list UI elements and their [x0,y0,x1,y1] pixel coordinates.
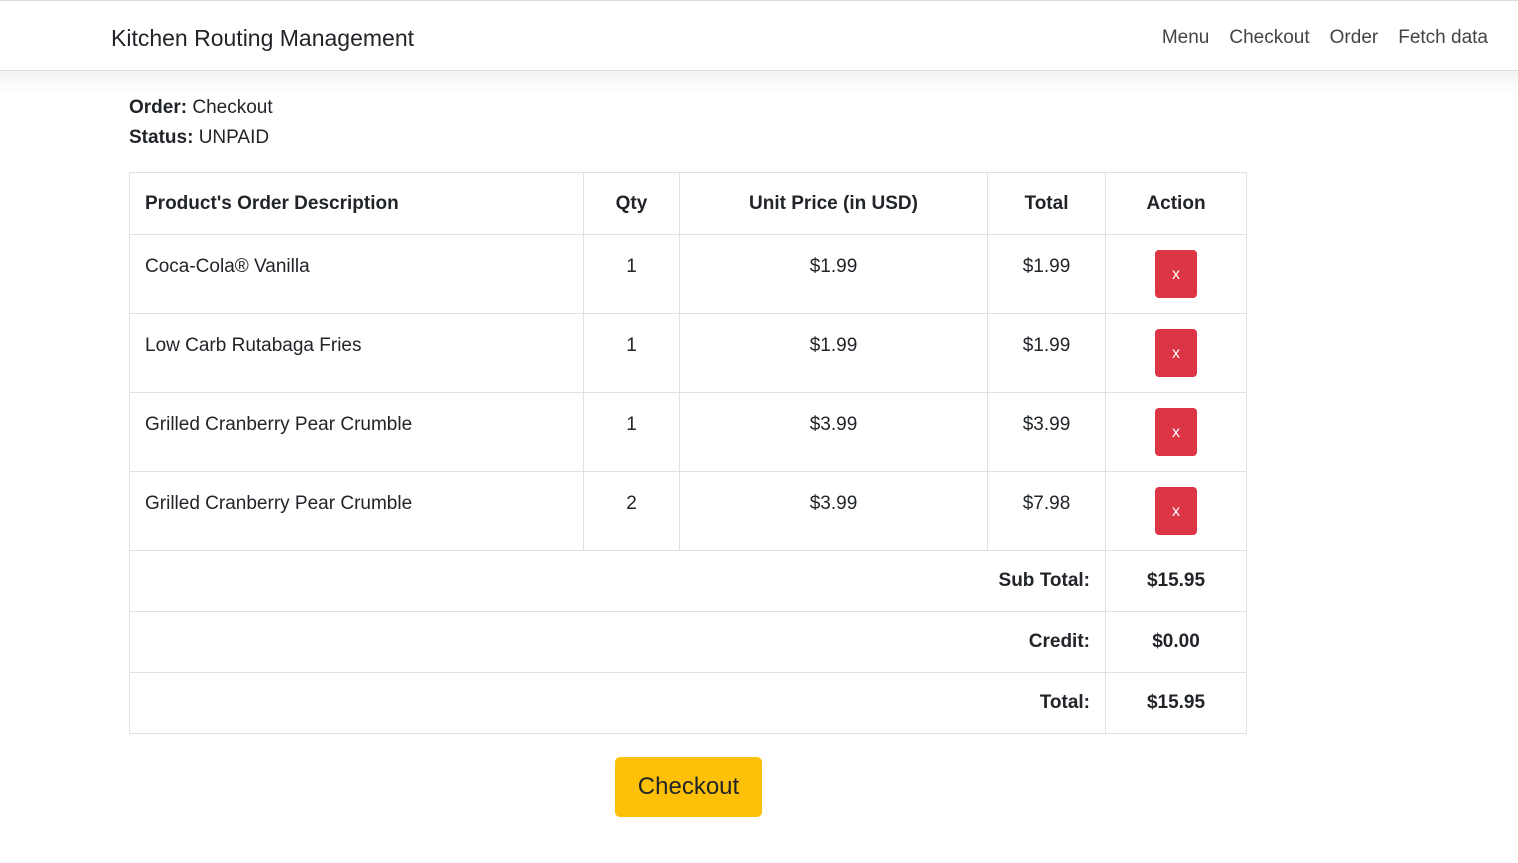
brand-link[interactable]: Kitchen Routing Management [111,25,414,52]
navbar: Kitchen Routing Management Menu Checkout… [0,0,1518,71]
status-line: Status: UNPAID [129,127,269,149]
remove-item-button[interactable]: x [1155,329,1197,377]
table-row: Grilled Cranberry Pear Crumble 2 $3.99 $… [129,471,1247,551]
header-unit-price: Unit Price (in USD) [679,172,988,235]
subtotal-value: $15.95 [1105,550,1247,612]
item-total: $1.99 [987,234,1106,314]
subtotal-label: Sub Total: [129,550,1106,612]
checkout-button[interactable]: Checkout [615,757,762,817]
item-qty: 2 [583,471,680,551]
item-unit-price: $3.99 [679,471,988,551]
item-qty: 1 [583,313,680,393]
total-row: Total: $15.95 [129,672,1247,734]
item-unit-price: $1.99 [679,234,988,314]
order-value: Checkout [192,97,273,118]
order-line: Order: Checkout [129,97,273,119]
remove-item-button[interactable]: x [1155,487,1197,535]
item-total: $7.98 [987,471,1106,551]
item-description: Grilled Cranberry Pear Crumble [129,471,584,551]
nav-link-checkout[interactable]: Checkout [1229,27,1309,49]
remove-item-button[interactable]: x [1155,250,1197,298]
table-row: Coca-Cola® Vanilla 1 $1.99 $1.99 x [129,234,1247,314]
table-row: Grilled Cranberry Pear Crumble 1 $3.99 $… [129,392,1247,472]
item-action-cell: x [1105,471,1247,551]
item-qty: 1 [583,234,680,314]
item-action-cell: x [1105,234,1247,314]
status-value: UNPAID [198,127,270,148]
table-header-row: Product's Order Description Qty Unit Pri… [129,172,1247,235]
item-qty: 1 [583,392,680,472]
header-action: Action [1105,172,1247,235]
credit-label: Credit: [129,611,1106,673]
order-label: Order: [129,97,188,118]
nav-link-fetch-data[interactable]: Fetch data [1398,27,1488,49]
nav-link-order[interactable]: Order [1330,27,1379,49]
header-total: Total [987,172,1106,235]
header-description: Product's Order Description [129,172,584,235]
item-description: Grilled Cranberry Pear Crumble [129,392,584,472]
credit-value: $0.00 [1105,611,1247,673]
item-unit-price: $1.99 [679,313,988,393]
nav-links: Menu Checkout Order Fetch data [1162,27,1488,49]
status-label: Status: [129,127,194,148]
item-description: Low Carb Rutabaga Fries [129,313,584,393]
total-value: $15.95 [1105,672,1247,734]
navbar-shadow [0,71,1518,93]
remove-item-button[interactable]: x [1155,408,1197,456]
header-qty: Qty [583,172,680,235]
credit-row: Credit: $0.00 [129,611,1247,673]
item-action-cell: x [1105,313,1247,393]
total-label: Total: [129,672,1106,734]
order-table: Product's Order Description Qty Unit Pri… [129,172,1247,734]
item-total: $3.99 [987,392,1106,472]
table-row: Low Carb Rutabaga Fries 1 $1.99 $1.99 x [129,313,1247,393]
subtotal-row: Sub Total: $15.95 [129,550,1247,612]
item-action-cell: x [1105,392,1247,472]
item-description: Coca-Cola® Vanilla [129,234,584,314]
item-total: $1.99 [987,313,1106,393]
nav-link-menu[interactable]: Menu [1162,27,1210,49]
item-unit-price: $3.99 [679,392,988,472]
